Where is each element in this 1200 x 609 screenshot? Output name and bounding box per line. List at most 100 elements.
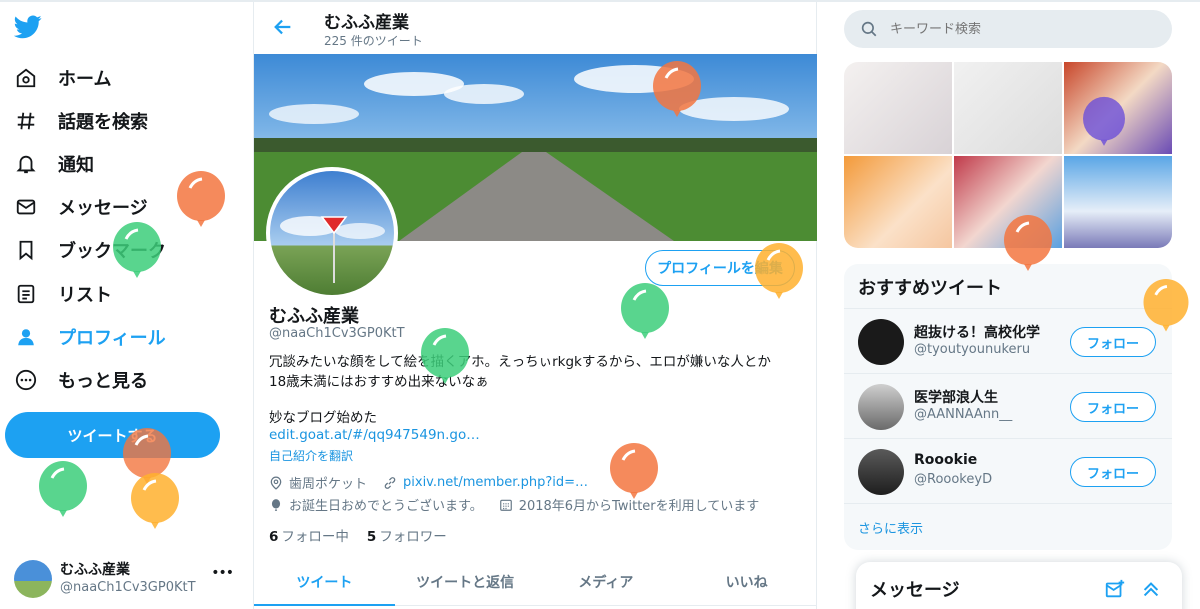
profile-bio: 冗談みたいな顔をして絵を描くアホ。えっちぃrkgkするから、エロが嫌いな人とか … (269, 352, 799, 392)
hashtag-icon (14, 109, 38, 133)
tweet-button[interactable]: ツイートする (5, 412, 220, 458)
nav-profile[interactable]: プロフィール (14, 322, 166, 352)
balloon-icon (1143, 278, 1189, 332)
twitter-logo-icon[interactable] (14, 14, 42, 40)
balloon-icon (131, 473, 179, 529)
user-handle: @tyoutyounukeru (914, 342, 1031, 357)
mail-icon (14, 195, 38, 219)
balloon-icon (177, 171, 225, 227)
balloon-icon (1004, 215, 1052, 271)
nav-home[interactable]: ホーム (14, 63, 111, 93)
list-item[interactable]: 超抜ける！高校化学 @tyoutyounukeru フォロー (844, 308, 1172, 374)
nav-more[interactable]: もっと見る (14, 365, 148, 395)
nav-home-label: ホーム (58, 69, 112, 90)
user-handle: @AANNAAnn__ (914, 407, 1013, 422)
balloon-icon (621, 283, 669, 339)
user-name: 医学部浪人生 (914, 390, 998, 406)
profile-location: 歯周ポケット (289, 477, 368, 492)
media-thumbnail[interactable] (844, 62, 952, 154)
person-icon (14, 325, 38, 349)
balloon-icon (421, 328, 469, 384)
profile-birthday: お誕生日おめでとうございます。 (289, 499, 483, 514)
tweet-count: 225 件のツイート (324, 34, 423, 48)
nav-messages[interactable]: メッセージ (14, 192, 148, 222)
user-handle: @RoookeyD (914, 472, 993, 487)
account-name: むふふ産業 (60, 562, 130, 578)
home-icon (14, 66, 38, 90)
avatar (858, 319, 904, 365)
tab-tweets-and-replies[interactable]: ツイートと返信 (395, 558, 536, 605)
recommended-panel: おすすめツイート 超抜ける！高校化学 @tyoutyounukeru フォロー … (844, 264, 1172, 550)
search-icon (861, 21, 877, 37)
bookmark-icon (14, 238, 38, 262)
chevron-up-icon[interactable] (1140, 578, 1162, 600)
back-arrow-icon[interactable] (272, 16, 294, 38)
balloon-icon (610, 443, 658, 499)
balloon-icon (113, 222, 161, 278)
bio-line: 冗談みたいな顔をして絵を描くアホ。えっちぃrkgkするから、エロが嫌いな人とか (269, 354, 771, 370)
profile-meta-row: お誕生日おめでとうございます。 2018年6月からTwitterを利用しています (269, 495, 759, 514)
more-circle-icon (14, 368, 38, 392)
balloon-icon (39, 461, 87, 517)
profile-meta-row: 歯周ポケット pixiv.net/member.php?id=… (269, 473, 588, 492)
nav-lists[interactable]: リスト (14, 279, 112, 309)
account-switcher[interactable]: むふふ産業 @naaCh1Cv3GP0KtT ••• (14, 557, 239, 601)
nav-notifications-label: 通知 (58, 155, 94, 176)
profile-column: むふふ産業 225 件のツイート プロフィールを編集 むふふ産業 @naaCh1… (253, 2, 817, 609)
follow-stats: 6 フォロー中 5 フォロワー (269, 525, 447, 545)
follow-button[interactable]: フォロー (1070, 392, 1156, 422)
user-name: 超抜ける！高校化学 (914, 325, 1040, 341)
tab-tweets[interactable]: ツイート (254, 558, 395, 606)
profile-website-link[interactable]: pixiv.net/member.php?id=… (403, 475, 588, 490)
nav-notifications[interactable]: 通知 (14, 149, 94, 179)
profile-tabs: ツイート ツイートと返信 メディア いいね (254, 558, 817, 606)
profile-avatar[interactable] (266, 167, 398, 299)
follow-button[interactable]: フォロー (1070, 457, 1156, 487)
recommended-title: おすすめツイート (858, 278, 1002, 299)
calendar-icon (499, 498, 513, 512)
profile-handle: @naaCh1Cv3GP0KtT (269, 326, 405, 341)
show-more-link[interactable]: さらに表示 (858, 518, 923, 537)
account-handle: @naaCh1Cv3GP0KtT (60, 580, 196, 595)
profile-name: むふふ産業 (269, 306, 359, 327)
page-title: むふふ産業 (324, 13, 409, 33)
search-input[interactable] (890, 21, 1150, 37)
link-icon (383, 476, 397, 490)
nav-lists-label: リスト (58, 285, 112, 306)
list-item[interactable]: Roookie @RoookeyD フォロー (844, 438, 1172, 504)
nav-messages-label: メッセージ (58, 198, 148, 219)
following-link[interactable]: 6 フォロー中 (269, 525, 349, 545)
avatar (858, 449, 904, 495)
nav-explore-label: 話題を検索 (58, 112, 148, 133)
balloon-icon (653, 61, 701, 117)
avatar (858, 384, 904, 430)
nav-explore[interactable]: 話題を検索 (14, 106, 148, 136)
balloon-icon (1083, 96, 1125, 146)
search-bar[interactable] (844, 10, 1172, 48)
twitter-profile-page: ホーム 話題を検索 通知 メッセージ ブックマーク リスト プロフィール もっと… (0, 0, 1200, 609)
balloon-icon (269, 498, 283, 512)
media-thumbnail[interactable] (844, 156, 952, 248)
tab-media[interactable]: メディア (536, 558, 677, 605)
more-dots-icon[interactable]: ••• (211, 565, 234, 581)
nav-profile-label: プロフィール (58, 328, 166, 349)
media-thumbnail[interactable] (1064, 156, 1172, 248)
bio-link[interactable]: edit.goat.at/#/qq947549n.go… (269, 427, 480, 443)
tab-likes[interactable]: いいね (676, 558, 817, 605)
list-icon (14, 282, 38, 306)
bio-line: 18歳未満にはおすすめ出来ないなぁ (269, 374, 489, 390)
translate-bio-link[interactable]: 自己紹介を翻訳 (269, 447, 353, 464)
messages-title: メッセージ (870, 580, 960, 601)
user-name: Roookie (914, 452, 978, 468)
new-message-icon[interactable] (1104, 578, 1126, 600)
nav-more-label: もっと見る (58, 371, 148, 392)
bio-line: 妙なブログ始めた (269, 410, 377, 426)
followers-link[interactable]: 5 フォロワー (367, 525, 447, 545)
bell-icon (14, 152, 38, 176)
list-item[interactable]: 医学部浪人生 @AANNAAnn__ フォロー (844, 373, 1172, 439)
location-pin-icon (269, 476, 283, 490)
messages-drawer[interactable]: メッセージ (856, 562, 1182, 609)
balloon-icon (755, 243, 803, 299)
media-thumbnail[interactable] (954, 62, 1062, 154)
avatar (14, 560, 52, 598)
